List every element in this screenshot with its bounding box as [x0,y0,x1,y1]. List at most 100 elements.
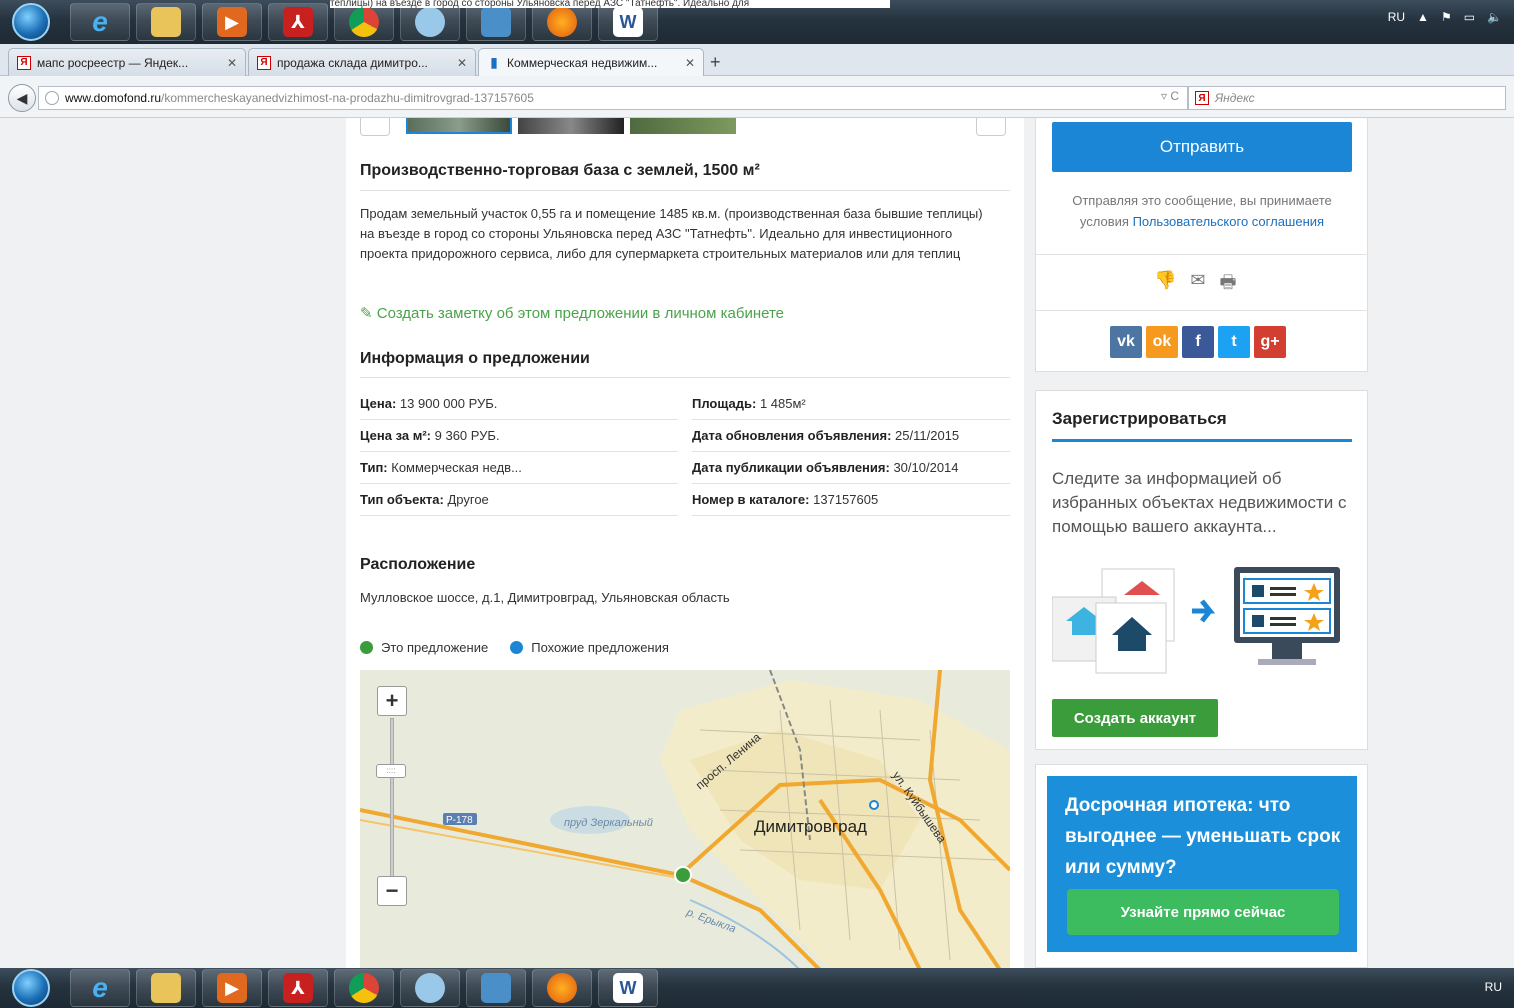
location-map[interactable]: Р-178 пруд Зеркальный Димитровград просп… [360,670,1010,968]
tab-domofond[interactable]: ▮ Коммерческая недвижим... ✕ [478,48,704,76]
listing-title: Производственно-торговая база с землей, … [360,162,760,179]
photo-thumbnail[interactable] [406,118,512,134]
search-bar[interactable]: Я Яндекс [1188,86,1506,110]
location-section-title: Расположение [360,556,476,573]
taskbar-paint[interactable] [400,3,460,41]
taskbar-acrobat[interactable]: ⅄ [268,969,328,1007]
twitter-icon[interactable]: t [1218,326,1250,358]
yandex-icon: Я [1195,91,1209,105]
new-tab-button[interactable]: + [710,52,721,73]
this-offer-marker[interactable] [674,866,692,884]
tab-label: Коммерческая недвижим... [507,55,658,70]
taskbar-ie[interactable]: e [70,969,130,1007]
taskbar-photos[interactable] [466,3,526,41]
vk-icon[interactable]: vk [1110,326,1142,358]
promo-button[interactable]: Узнайте прямо сейчас [1067,889,1339,935]
divider [360,377,1010,378]
volume-icon[interactable]: 🔈 [1487,10,1502,24]
create-account-button[interactable]: Создать аккаунт [1052,699,1218,737]
bookmark-icon: ▮ [490,54,498,70]
taskbar-word[interactable]: W [598,3,658,41]
address-bar[interactable]: www.domofond.ru/kommercheskayanedvizhimo… [38,86,1188,110]
info-label: Тип объекта: [360,492,444,507]
taskbar-explorer[interactable] [136,3,196,41]
mortgage-promo-banner[interactable]: Досрочная ипотека: что выгоднее — уменьш… [1047,776,1357,952]
taskbar-acrobat[interactable]: ⅄ [268,3,328,41]
odnoklassniki-icon[interactable]: ok [1146,326,1178,358]
language-indicator[interactable]: RU [1388,10,1405,24]
create-note-label: Создать заметку об этом предложении в ли… [376,305,784,322]
start-button[interactable] [12,969,50,1007]
contact-card: Отправить Отправляя это сообщение, вы пр… [1035,118,1369,372]
tab-yandex-search[interactable]: Я продажа склада димитро... ✕ [248,48,476,76]
zoom-out-button[interactable]: − [377,876,407,906]
taskbar-photos[interactable] [466,969,526,1007]
info-published: Дата публикации объявления: 30/10/2014 [692,452,1010,484]
bottom-taskbar: e ▶ ⅄ W RU [0,968,1514,1008]
gallery-next-button[interactable] [976,118,1006,136]
register-illustration [1052,567,1340,674]
create-note-link[interactable]: ✎ Создать заметку об этом предложении в … [360,304,784,322]
zoom-slider-handle[interactable]: :::: [376,764,406,778]
zoom-in-button[interactable]: + [377,686,407,716]
taskbar-media[interactable]: ▶ [202,969,262,1007]
info-value: Другое [447,492,489,507]
terms-link[interactable]: Пользовательского соглашения [1133,214,1325,229]
pond-label: пруд Зеркальный [564,817,653,829]
taskbar-media[interactable]: ▶ [202,3,262,41]
mail-icon[interactable]: ✉ [1190,270,1205,300]
close-icon[interactable]: ✕ [219,56,237,70]
start-button[interactable] [12,3,50,41]
zoom-slider-track[interactable] [390,718,394,878]
gallery-prev-button[interactable] [360,118,390,136]
print-icon[interactable]: 🖶 [1220,270,1237,300]
taskbar-explorer[interactable] [136,969,196,1007]
info-value: 13 900 000 РУБ. [399,396,498,411]
taskbar-firefox[interactable] [532,969,592,1007]
tab-label: продажа склада димитро... [277,55,428,70]
folder-icon [151,7,181,37]
close-icon[interactable]: ✕ [677,56,695,70]
listing-description: Продам земельный участок 0,55 га и помещ… [360,206,983,261]
send-button[interactable]: Отправить [1052,122,1352,172]
info-value: 1 485м² [759,396,806,411]
network-icon[interactable]: ▭ [1464,10,1475,24]
language-indicator[interactable]: RU [1485,980,1502,994]
close-icon[interactable]: ✕ [449,56,467,70]
promo-title: Досрочная ипотека: что выгоднее — уменьш… [1065,795,1341,878]
ie-icon: e [92,6,108,37]
taskbar-firefox[interactable] [532,3,592,41]
listing-column: Производственно-торговая база с землей, … [346,118,1024,968]
photo-thumbnail[interactable] [630,118,736,134]
tray-arrow-icon[interactable]: ▲ [1417,10,1429,24]
edit-icon: ✎ [360,305,373,322]
legend-similar-label: Похожие предложения [531,640,669,655]
googleplus-icon[interactable]: g+ [1254,326,1286,358]
this-offer-dot [360,641,373,654]
taskbar-word[interactable]: W [598,969,658,1007]
back-arrow-icon: ◀ [16,89,28,106]
taskbar-chrome[interactable] [334,969,394,1007]
taskbar-chrome[interactable] [334,3,394,41]
flag-icon[interactable]: ⚑ [1441,10,1452,24]
word-icon: W [613,973,643,1003]
info-label: Цена за м²: [360,428,431,443]
browser-navbar: ◀ www.domofond.ru/kommercheskayanedvizhi… [0,76,1514,118]
road-badge-label: Р-178 [446,815,473,826]
photos-icon [481,7,511,37]
tab-yandex-maps[interactable]: Я мапс росреестр — Яндек... ✕ [8,48,246,76]
info-area: Площадь: 1 485м² [692,388,1010,420]
social-share: vk ok f t g+ [1110,326,1286,358]
reload-icon[interactable]: ▿ C [1161,89,1179,103]
taskbar-paint[interactable] [400,969,460,1007]
info-label: Тип: [360,460,388,475]
photo-thumbnail[interactable] [518,118,624,134]
back-button[interactable]: ◀ [8,84,36,112]
taskbar-ie[interactable]: e [70,3,130,41]
legend-this-label: Это предложение [381,640,489,655]
paint-icon [415,973,445,1003]
similar-offer-marker[interactable] [869,800,879,810]
dislike-icon[interactable]: 👎 [1154,270,1176,300]
address: Мулловское шоссе, д.1, Димитровград, Уль… [360,590,730,605]
facebook-icon[interactable]: f [1182,326,1214,358]
